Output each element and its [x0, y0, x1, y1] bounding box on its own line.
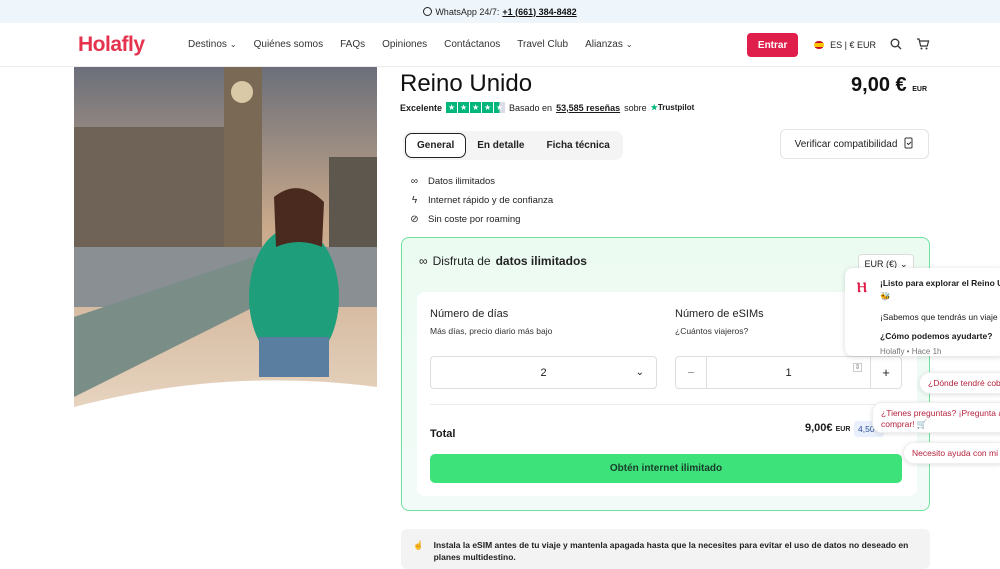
chat-suggestion-help[interactable]: Necesito ayuda con mi eSIM — [903, 442, 1000, 464]
spain-flag-icon — [814, 41, 825, 49]
nav-item-quienes-somos[interactable]: Quiénes somos — [254, 39, 323, 50]
destination-photo — [74, 67, 377, 417]
device-check-icon — [904, 137, 914, 152]
nav-item-travel-club[interactable]: Travel Club — [517, 39, 568, 50]
total-value: 9,00€ EUR — [805, 422, 851, 434]
star-icon: ★ — [470, 102, 482, 113]
reviews-link[interactable]: 53,585 reseñas — [556, 103, 620, 113]
days-label: Número de días — [430, 308, 509, 320]
total-label: Total — [430, 428, 456, 440]
decrement-button[interactable]: − — [676, 357, 707, 388]
esims-stepper: − 1 ⇕ + — [675, 356, 902, 389]
check-compatibility-button[interactable]: Verificar compatibilidad — [780, 129, 929, 159]
days-sublabel: Más días, precio diario más bajo — [430, 326, 553, 336]
nav-item-alianzas[interactable]: Alianzas ⌄ — [585, 39, 633, 50]
chat-widget-message[interactable]: Ⲏ ¡Listo para explorar el Reino Unido? 🐝… — [845, 268, 1000, 356]
whatsapp-icon — [423, 7, 433, 16]
rating-stars: ★ ★ ★ ★ ★ — [446, 102, 506, 113]
cart-icon[interactable] — [916, 37, 930, 53]
based-on-label: Basado en — [509, 102, 553, 113]
bolt-icon: ϟ — [411, 195, 418, 206]
star-half-icon: ★ — [494, 102, 506, 113]
product-tabs: General En detalle Ficha técnica — [403, 131, 623, 160]
trustpilot-logo: ★Trustpilot — [650, 103, 695, 112]
esims-label: Número de eSIMs — [675, 308, 764, 320]
chevron-down-icon: ⌄ — [625, 40, 633, 49]
hand-pointer-icon: ☝ — [413, 540, 424, 550]
esims-sublabel: ¿Cuántos viajeros? — [675, 326, 749, 336]
tab-ficha-tecnica[interactable]: Ficha técnica — [536, 134, 621, 157]
top-announcement-bar: WhatsApp 24/7: +1 (661) 384-8482 — [0, 0, 1000, 23]
star-icon: ★ — [446, 102, 458, 113]
trustpilot-star-icon: ★ — [650, 103, 658, 112]
chevron-down-icon: ⌄ — [635, 367, 644, 378]
days-select[interactable]: 2 ⌄ — [430, 356, 657, 389]
feature-item: ∞ Datos ilimitados — [410, 176, 496, 187]
chat-line: ¿Cómo podemos ayudarte? — [880, 331, 993, 341]
holafly-logo[interactable]: Holafly — [78, 33, 188, 57]
increment-button[interactable]: + — [870, 357, 901, 388]
chevron-down-icon: ⌄ — [229, 40, 237, 49]
infinity-icon: ∞ — [410, 176, 419, 187]
product-title: Reino Unido — [400, 70, 533, 97]
nav-menu: Destinos ⌄ Quiénes somos FAQs Opiniones C… — [188, 39, 633, 50]
login-button[interactable]: Entrar — [747, 33, 799, 57]
nav-item-opiniones[interactable]: Opiniones — [382, 39, 427, 50]
chat-emoji: 🐝 — [880, 291, 891, 301]
rating-label: Excelente — [400, 102, 443, 113]
holafly-chat-logo: Ⲏ — [857, 279, 867, 295]
feature-list: ∞ Datos ilimitados ϟ Internet rápido y de … — [409, 172, 553, 229]
language-currency-selector[interactable]: ES | € EUR — [814, 40, 876, 50]
nav-item-contactanos[interactable]: Contáctanos — [444, 39, 500, 50]
product-price: 9,00 € EUR — [851, 74, 927, 96]
nav-item-destinos[interactable]: Destinos ⌄ — [188, 39, 237, 50]
no-roaming-icon: ⊘ — [410, 214, 419, 225]
infinity-icon: ∞ — [419, 254, 428, 268]
chat-suggestion-coverage[interactable]: ¿Dónde tendré cobertura? — [919, 372, 1000, 394]
nav-item-faqs[interactable]: FAQs — [340, 39, 365, 50]
chat-line: ¡Listo para explorar el Reino Unido? — [880, 278, 1000, 288]
nav-actions: Entrar ES | € EUR — [747, 33, 930, 57]
spinner-icon[interactable]: ⇕ — [853, 362, 862, 372]
on-label: sobre — [624, 102, 647, 113]
feature-item: ⊘ Sin coste por roaming — [410, 214, 521, 225]
whatsapp-label: WhatsApp 24/7: — [435, 6, 500, 17]
plan-heading: ∞ Disfruta de datos ilimitados — [419, 254, 587, 268]
main-navigation: Holafly Destinos ⌄ Quiénes somos FAQs Opi… — [0, 23, 1000, 67]
star-icon: ★ — [458, 102, 470, 113]
whatsapp-phone-link[interactable]: +1 (661) 384-8482 — [502, 7, 576, 17]
chat-suggestion-questions[interactable]: ¿Tienes preguntas? ¡Pregunta antes de co… — [872, 402, 1000, 433]
star-icon: ★ — [482, 102, 494, 113]
search-icon[interactable] — [890, 38, 902, 53]
chat-line: ¡Sabemos que tendrás un viaje increíble! — [880, 312, 1000, 322]
tab-en-detalle[interactable]: En detalle — [466, 134, 535, 157]
feature-item: ϟ Internet rápido y de confianza — [409, 191, 553, 210]
trustpilot-rating: Excelente ★ ★ ★ ★ ★ Basado en 53,585 res… — [400, 102, 694, 113]
divider — [430, 404, 902, 405]
install-tip: ☝ Instala la eSIM antes de tu viaje y ma… — [401, 529, 930, 569]
plan-config-panel: Número de días Más días, precio diario m… — [417, 292, 917, 496]
tab-general[interactable]: General — [405, 133, 467, 158]
esims-quantity-input[interactable]: 1 ⇕ — [707, 362, 870, 379]
get-internet-button[interactable]: Obtén internet ilimitado — [430, 454, 902, 483]
chat-meta: Holafly • Hace 1h — [880, 347, 942, 356]
